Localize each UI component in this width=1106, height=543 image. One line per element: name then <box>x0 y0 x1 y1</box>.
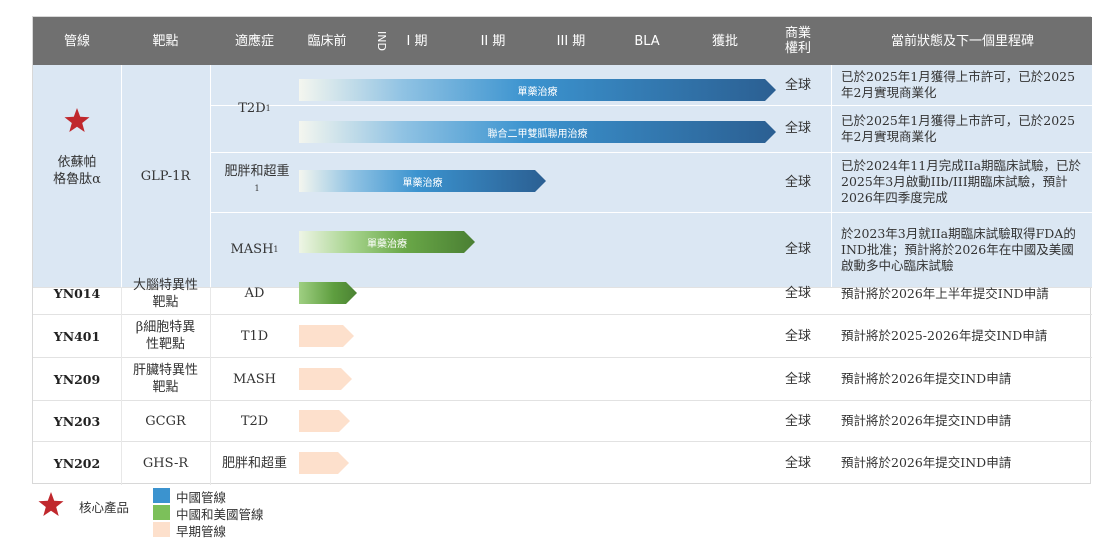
bar-yn014 <box>299 282 357 304</box>
target: 肝臟特異性 靶點 <box>132 363 198 395</box>
col-status: 當前狀態及下一個里程碑 <box>890 33 1034 49</box>
bar-label: 單藥治療 <box>517 86 558 98</box>
col-ind: IND <box>355 17 388 65</box>
legend-swatch-china-us <box>153 505 170 520</box>
status-text: 預計將於2026年提交IND申請 <box>841 455 1012 470</box>
footnote-mark: 1 <box>273 245 279 254</box>
bar-yn401 <box>299 325 354 347</box>
bar-t2d-combo: 聯合二甲雙胍聯用治療 <box>299 121 776 143</box>
bar-yn203 <box>299 410 350 432</box>
drug-name: YN203 <box>53 413 101 429</box>
star-icon <box>33 105 121 135</box>
pipeline-table: 管線 靶點 適應症 臨床前 IND I 期 II 期 III 期 BLA 獲批 … <box>32 16 1092 485</box>
footnote-mark: 1 <box>254 183 260 193</box>
status-text: 已於2024年11月完成IIa期臨床試驗，已於2025年3月啟動IIb/III期… <box>841 158 1082 205</box>
drug-name: YN401 <box>53 328 101 344</box>
indication-t2d: T2D 1 <box>210 65 299 152</box>
status-text: 預計將於2026年提交IND申請 <box>841 371 1012 386</box>
rights: 全球 <box>784 455 811 471</box>
table-header: 管線 靶點 適應症 臨床前 IND I 期 II 期 III 期 BLA 獲批 … <box>33 17 1092 65</box>
indication: T1D <box>240 328 269 344</box>
legend-core-label: 核心產品 <box>79 500 130 515</box>
indication: MASH <box>233 371 276 387</box>
glp-target: GLP-1R <box>140 168 191 184</box>
col-phase1: I 期 <box>406 33 428 49</box>
rights: 全球 <box>784 286 811 301</box>
col-pipeline: 管線 <box>63 33 90 49</box>
indication: AD <box>244 286 265 301</box>
legend-star-icon <box>38 492 64 521</box>
legend-swatch-china <box>153 488 170 503</box>
target: 大腦特異性 靶點 <box>132 277 198 310</box>
status-text: 預計將於2026年提交IND申請 <box>841 413 1012 428</box>
col-rights: 商業 權利 <box>784 26 811 56</box>
bar-t2d-mono: 單藥治療 <box>299 79 776 101</box>
legend-swatch-early <box>153 522 170 537</box>
bar-label: 聯合二甲雙胍聯用治療 <box>487 128 588 140</box>
target: GHS-R <box>142 455 189 471</box>
bar-yn202 <box>299 452 349 474</box>
glp-drug-name: 依蘇帕 格魯肽α <box>53 155 101 187</box>
status-text: 已於2025年1月獲得上市許可，已於2025年2月實現商業化 <box>841 69 1076 100</box>
bar-label: 單藥治療 <box>367 238 407 250</box>
rights: 全球 <box>784 77 811 93</box>
indication-label: 肥胖和超重 1 <box>224 163 289 201</box>
indication-label: T2D <box>238 101 266 116</box>
col-ind-label: IND <box>374 31 388 51</box>
indication-obesity: 肥胖和超重 1 <box>215 152 299 212</box>
divider <box>831 65 832 287</box>
indication: 肥胖和超重 <box>221 455 287 471</box>
col-target: 靶點 <box>152 33 179 49</box>
bar-yn209 <box>299 368 352 390</box>
bar-obesity: 單藥治療 <box>299 170 546 192</box>
rights: 全球 <box>784 328 811 344</box>
col-approval: 獲批 <box>711 33 738 49</box>
rights: 全球 <box>784 174 811 190</box>
col-phase2: II 期 <box>480 33 506 49</box>
col-bla: BLA <box>634 33 660 49</box>
status-text: 預計將於2025-2026年提交IND申請 <box>841 328 1048 343</box>
indication-text: 肥胖和超重 <box>224 163 290 179</box>
status-text: 已於2025年1月獲得上市許可，已於2025年2月實現商業化 <box>841 112 1076 144</box>
target: GCGR <box>145 413 186 429</box>
indication: T2D <box>240 413 269 429</box>
drug-name: YN202 <box>53 455 101 471</box>
drug-name: YN014 <box>53 286 101 301</box>
target: β細胞特異 性靶點 <box>135 320 196 352</box>
col-indication: 適應症 <box>234 33 274 49</box>
rights: 全球 <box>784 371 811 387</box>
bar-mash: 單藥治療 <box>299 231 475 253</box>
footnote-mark: 1 <box>265 104 271 113</box>
legend-early-label: 早期管線 <box>176 524 227 539</box>
bar-label: 單藥治療 <box>402 177 443 189</box>
status-text: 預計將於2026年上半年提交IND申請 <box>841 285 1049 301</box>
drug-name: YN209 <box>53 371 101 387</box>
col-phase3: III 期 <box>556 33 586 49</box>
indication-label: MASH <box>230 242 274 257</box>
rights: 全球 <box>784 413 811 429</box>
rights: 全球 <box>784 121 811 136</box>
